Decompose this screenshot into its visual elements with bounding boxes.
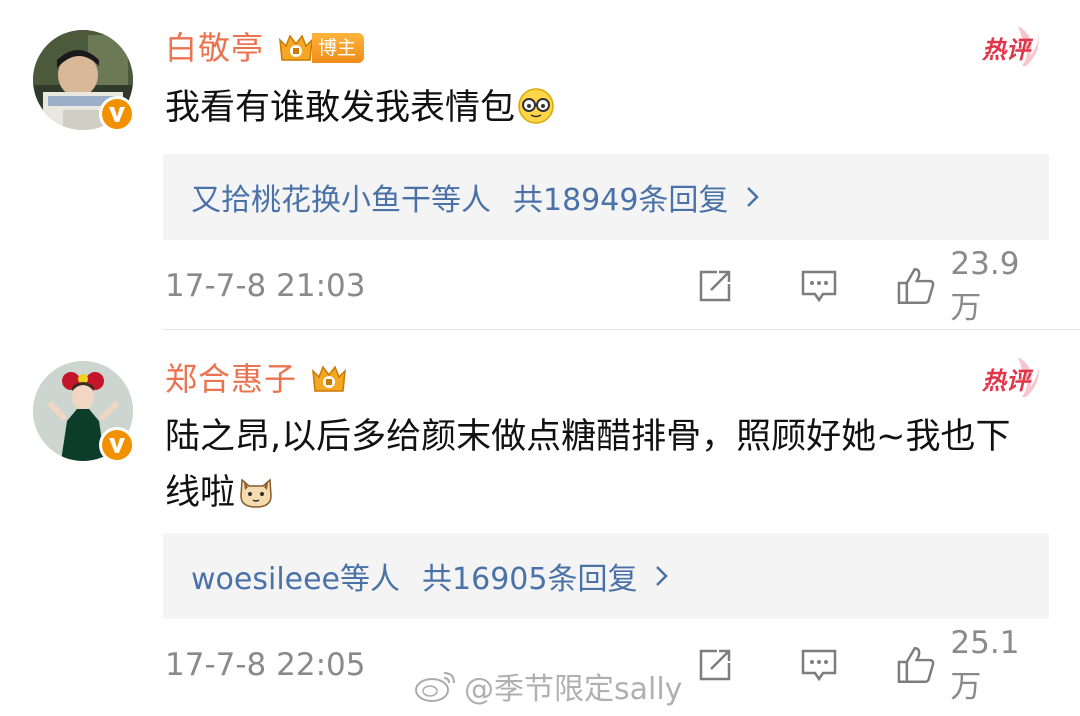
chevron-right-icon <box>655 564 669 588</box>
meta-row: 17-7-8 21:03 23.9万 <box>163 246 1049 326</box>
watermark: @季节限定sally <box>414 664 682 708</box>
like-icon <box>897 647 935 683</box>
comment-button[interactable] <box>799 643 839 687</box>
timestamp: 17-7-8 21:03 <box>165 268 366 304</box>
comment-text-body: 陆之昂,以后多给颜末做点糖醋排骨，照顾好她~我也下线啦 <box>165 417 1011 513</box>
crown-badge-icon: 博主 <box>276 30 365 66</box>
comment-item: 郑合惠子 热评 陆之昂,以后多给颜末做点糖醋排骨，照顾好她~我也下线啦 woes… <box>0 331 1080 716</box>
share-button[interactable] <box>695 264 735 308</box>
like-count: 25.1万 <box>950 625 1020 705</box>
comment-item: 白敬亭 博主 热评 我看有谁敢发我表情包 又拾桃花换小鱼干等人 共18949条回… <box>0 0 1080 330</box>
reply-count: 共18949条回复 <box>513 183 729 218</box>
hot-label: 热评 <box>981 367 1034 395</box>
comment-icon <box>801 649 837 682</box>
hot-label: 热评 <box>981 36 1034 64</box>
avatar[interactable] <box>33 30 135 132</box>
comment-button[interactable] <box>799 264 839 308</box>
crown-badge-icon <box>309 361 349 397</box>
weibo-logo-icon <box>415 672 455 702</box>
verified-v-icon <box>109 438 125 453</box>
watermark-text: @季节限定sally <box>464 672 683 707</box>
share-icon <box>699 649 731 681</box>
verified-v-icon <box>109 107 125 122</box>
glasses-face-emoji <box>517 86 555 142</box>
like-button[interactable]: 23.9万 <box>895 246 1049 326</box>
hot-comment-tag: 热评 <box>978 353 1042 401</box>
hot-comment-tag: 热评 <box>978 22 1042 70</box>
share-icon <box>699 270 731 302</box>
reply-users: woesileee等人 <box>191 562 401 597</box>
avatar[interactable] <box>33 361 135 463</box>
comment-text: 陆之昂,以后多给颜末做点糖醋排骨，照顾好她~我也下线啦 <box>165 409 1035 527</box>
share-button[interactable] <box>695 643 735 687</box>
verified-badge <box>99 96 135 132</box>
reply-summary[interactable]: woesileee等人 共16905条回复 <box>163 533 1049 619</box>
reply-users: 又拾桃花换小鱼干等人 <box>191 183 491 218</box>
like-icon <box>897 268 935 304</box>
verified-badge <box>99 427 135 463</box>
username[interactable]: 白敬亭 <box>165 28 264 68</box>
username[interactable]: 郑合惠子 <box>165 359 297 399</box>
blogger-tag: 博主 <box>312 33 365 63</box>
reply-count: 共16905条回复 <box>422 562 638 597</box>
like-button[interactable]: 25.1万 <box>895 625 1049 705</box>
comment-text: 我看有谁敢发我表情包 <box>165 80 1035 142</box>
comment-divider <box>163 329 1080 330</box>
name-row: 郑合惠子 <box>165 359 349 399</box>
chevron-right-icon <box>746 185 760 209</box>
comment-icon <box>801 270 837 303</box>
cat-face-emoji <box>237 471 275 527</box>
name-row: 白敬亭 博主 <box>165 28 365 68</box>
reply-summary[interactable]: 又拾桃花换小鱼干等人 共18949条回复 <box>163 154 1049 240</box>
timestamp: 17-7-8 22:05 <box>165 647 366 683</box>
like-count: 23.9万 <box>950 246 1020 326</box>
comment-text-body: 我看有谁敢发我表情包 <box>165 88 516 128</box>
